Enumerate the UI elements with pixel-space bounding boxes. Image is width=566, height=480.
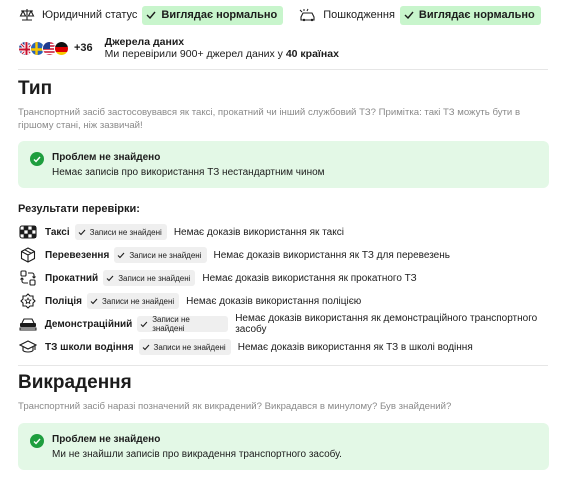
sources-text: Джерела даних Ми перевірили 900+ джерел … [105, 36, 339, 60]
result-name: Поліція [45, 295, 82, 307]
check-icon [140, 321, 148, 327]
check-circle-icon [30, 434, 44, 448]
result-text: Немає доказів використання як прокатного… [202, 272, 417, 284]
box-icon [18, 245, 38, 265]
taxi-icon [18, 222, 38, 242]
result-name: Перевезення [45, 249, 110, 261]
result-row-taxi: Таксі Записи не знайдені Немає доказів в… [18, 222, 344, 242]
damage-status-value: Виглядає нормально [418, 9, 535, 21]
theft-ok-card: Проблем не знайдено Ми не знайшли записі… [18, 423, 549, 470]
result-text: Немає доказів використання як демонстрац… [235, 313, 538, 335]
theft-section-description: Транспортний засіб наразі позначений як … [18, 401, 452, 412]
damage-status-badge: Виглядає нормально [399, 5, 541, 25]
result-row-demo: Демонстраційний Записи не знайдені Немає… [18, 313, 566, 335]
result-text: Немає доказів використання як ТЗ для пер… [213, 249, 450, 261]
theft-card-text: Ми не знайшли записів про викрадення тра… [52, 449, 342, 460]
result-row-rental: Прокатний Записи не знайдені Немає доказ… [18, 268, 417, 288]
damage-car-icon [299, 6, 317, 24]
rental-swap-icon [18, 268, 38, 288]
result-name: Таксі [45, 226, 70, 238]
legal-status: Юридичний статус Виглядає нормально [18, 5, 284, 25]
check-icon [146, 11, 156, 19]
check-circle-icon [30, 152, 44, 166]
police-badge-icon [18, 291, 38, 311]
result-name: Прокатний [45, 272, 99, 284]
damage-status-label: Пошкодження [323, 9, 395, 21]
no-records-chip: Записи не знайдені [137, 315, 229, 333]
demo-car-icon [18, 314, 38, 334]
theft-section-title: Викрадення [18, 372, 132, 393]
type-card-title: Проблем не знайдено [52, 152, 161, 163]
legal-status-value: Виглядає нормально [161, 9, 278, 21]
result-text: Немає доказів використання як ТЗ в школі… [237, 341, 473, 353]
check-icon [90, 298, 98, 304]
no-records-chip: Записи не знайдені [103, 270, 196, 286]
data-sources: +36 Джерела даних Ми перевірили 900+ дже… [18, 36, 548, 60]
type-section-title: Тип [18, 78, 53, 99]
chip-label: Записи не знайдені [152, 315, 190, 333]
result-text: Немає доказів використання поліцією [186, 295, 362, 307]
check-icon [106, 275, 114, 281]
legal-status-badge: Виглядає нормально [142, 5, 284, 25]
divider [18, 69, 548, 70]
result-text: Немає доказів використання як таксі [173, 226, 344, 238]
sources-description: Ми перевірили 900+ джерел даних у 40 кра… [105, 48, 339, 60]
result-row-transport: Перевезення Записи не знайдені Немає док… [18, 245, 450, 265]
type-section-description: Транспортний засіб застосовувався як так… [18, 107, 521, 131]
result-row-driving-school: ТЗ школи водіння Записи не знайдені Нема… [18, 337, 473, 357]
check-icon [117, 252, 125, 258]
theft-card-title: Проблем не знайдено [52, 434, 161, 445]
chip-label: Записи не знайдені [118, 273, 191, 283]
sources-text-prefix: Ми перевірили 900+ джерел даних у [104, 48, 286, 60]
divider [18, 365, 548, 366]
results-title: Результати перевірки: [18, 203, 140, 215]
no-records-chip: Записи не знайдені [86, 293, 180, 309]
chip-label: Записи не знайдені [101, 296, 175, 306]
legal-status-label: Юридичний статус [42, 9, 138, 21]
check-icon [142, 344, 149, 350]
sources-title: Джерела даних [104, 36, 185, 48]
damage-status: Пошкодження Виглядає нормально [299, 5, 541, 25]
graduation-cap-icon [18, 337, 38, 357]
chip-label: Записи не знайдені [129, 250, 202, 260]
more-countries-count: +36 [74, 42, 93, 54]
country-flags [18, 40, 69, 56]
result-row-police: Поліція Записи не знайдені Немає доказів… [18, 291, 361, 311]
legal-scales-icon [18, 6, 36, 24]
no-records-chip: Записи не знайдені [74, 224, 167, 240]
result-name: ТЗ школи водіння [45, 341, 134, 353]
check-icon [78, 229, 86, 235]
check-icon [404, 11, 414, 19]
top-status-row: Юридичний статус Виглядає нормально Пошк… [18, 4, 566, 26]
no-records-chip: Записи не знайдені [138, 339, 231, 355]
sources-country-count: 40 країнах [285, 48, 339, 60]
type-card-text: Немає записів про використання ТЗ нестан… [52, 167, 325, 178]
chip-label: Записи не знайдені [153, 342, 226, 352]
germany-flag-icon [54, 40, 69, 56]
no-records-chip: Записи не знайдені [114, 247, 207, 263]
type-ok-card: Проблем не знайдено Немає записів про ви… [18, 141, 549, 188]
chip-label: Записи не знайдені [89, 227, 162, 237]
result-name: Демонстраційний [44, 318, 133, 330]
